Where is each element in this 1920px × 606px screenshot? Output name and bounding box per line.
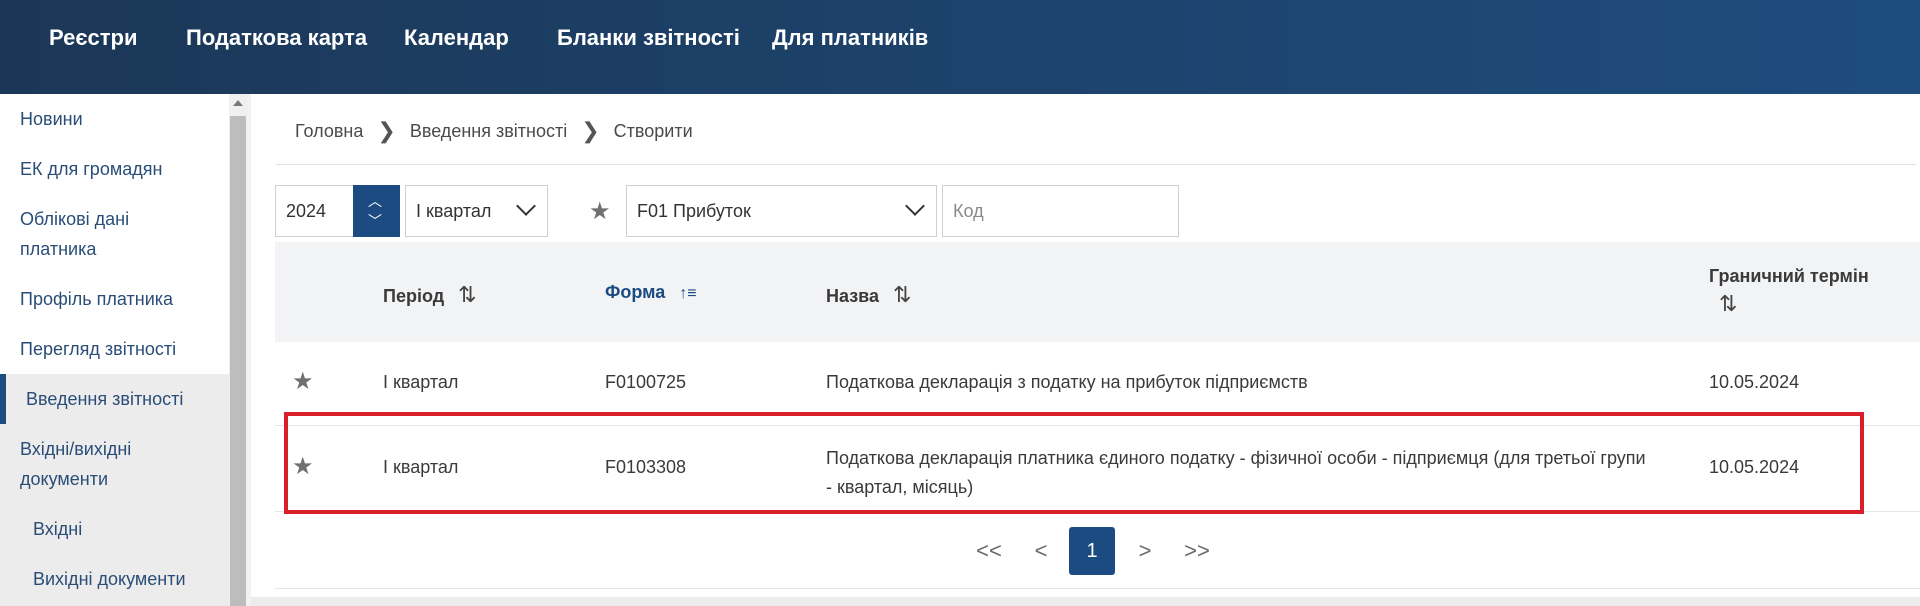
column-header-form[interactable]: Форма ↑≡ [605,282,697,303]
sort-icon[interactable]: ⇅ [1719,291,1869,317]
pagination-next-icon[interactable]: > [1135,527,1155,575]
sidebar-item-account-data-line2[interactable]: платника [0,234,229,264]
sidebar-scrollbar[interactable] [229,94,247,606]
nav-item-registries[interactable]: Реєстри [49,25,137,51]
quarter-select-value: І квартал [416,201,492,221]
cell-deadline: 10.05.2024 [1709,372,1800,392]
scroll-up-arrow-icon[interactable] [233,100,243,106]
nav-item-report-forms[interactable]: Бланки звітності [557,25,740,51]
pagination-page-1[interactable]: 1 [1069,527,1115,575]
chevron-down-icon [516,196,536,216]
pagination-prev-icon[interactable]: < [1031,527,1051,575]
sidebar: Новини ЕК для громадян Облікові дані пла… [0,94,229,606]
pagination-first-icon[interactable]: << [974,527,1004,575]
column-header-name-label: Назва [826,286,880,306]
scrollbar-thumb[interactable] [230,116,246,606]
sidebar-item-account-data[interactable]: Облікові дані [0,204,229,234]
form-select[interactable]: F01 Прибуток [626,185,937,237]
favorite-star-icon[interactable]: ★ [292,367,314,396]
quarter-select[interactable]: І квартал [405,185,548,237]
nav-item-tax-map[interactable]: Податкова карта [186,25,367,51]
sidebar-item-enter-reports[interactable]: Введення звітності [0,374,229,424]
breadcrumb-separator-icon: ❯ [377,118,396,143]
sort-ascending-icon[interactable]: ↑≡ [679,285,696,302]
code-input[interactable]: Код [942,185,1179,237]
cell-period: І квартал [383,372,459,392]
breadcrumb: Головна ❯ Введення звітності ❯ Створити [295,118,693,144]
column-header-deadline[interactable]: Граничний термін ⇅ [1709,266,1869,317]
chevron-down-icon [905,196,925,216]
table-bottom-divider [275,588,1920,589]
nav-item-for-payers[interactable]: Для платників [772,25,928,51]
breadcrumb-divider [276,164,1916,165]
sidebar-item-view-reports[interactable]: Перегляд звітності [0,334,229,364]
pagination: << < 1 > >> [251,527,1920,575]
main-content: Головна ❯ Введення звітності ❯ Створити … [251,94,1920,606]
column-header-period[interactable]: Період ⇅ [383,282,477,308]
column-header-name[interactable]: Назва ⇅ [826,282,912,308]
favorite-star-icon[interactable]: ★ [589,197,611,226]
sort-icon[interactable]: ⇅ [458,282,477,307]
top-navigation-bar: Реєстри Податкова карта Календар Бланки … [0,0,1920,94]
pagination-last-icon[interactable]: >> [1182,527,1212,575]
breadcrumb-enter-reports[interactable]: Введення звітності [410,121,567,142]
year-stepper[interactable]: ︿ ﹀ [353,185,400,237]
table-header: Період ⇅ Форма ↑≡ Назва ⇅ Граничний термін … [275,242,1920,342]
column-header-form-label: Форма [605,282,666,302]
sidebar-item-in-out-docs[interactable]: Вхідні/вихідні [0,434,229,464]
sidebar-item-outgoing-docs[interactable]: Вихідні документи [0,564,229,594]
column-header-period-label: Період [383,286,445,306]
cell-form: F0100725 [605,372,687,392]
row-highlight-annotation [284,412,1864,514]
sidebar-item-in-out-docs-line2[interactable]: документи [0,464,229,494]
breadcrumb-separator-icon: ❯ [581,118,600,143]
column-header-deadline-label: Граничний термін [1709,266,1869,286]
sort-icon[interactable]: ⇅ [893,282,912,307]
sidebar-item-news[interactable]: Новини [0,104,229,134]
sidebar-item-ek-citizens[interactable]: ЕК для громадян [0,154,229,184]
year-input[interactable]: 2024 [275,185,353,237]
breadcrumb-home[interactable]: Головна [295,121,363,142]
horizontal-scrollbar[interactable] [251,597,1920,606]
sidebar-item-incoming[interactable]: Вхідні [0,514,229,544]
cell-name: Податкова декларація з податку на прибут… [826,372,1308,392]
chevron-down-icon[interactable]: ﹀ [368,211,382,231]
breadcrumb-create: Створити [613,120,693,141]
chevron-up-icon[interactable]: ︿ [368,191,382,211]
nav-item-calendar[interactable]: Календар [404,25,509,51]
sidebar-item-payer-profile[interactable]: Профіль платника [0,284,229,314]
form-select-value: F01 Прибуток [637,201,751,221]
